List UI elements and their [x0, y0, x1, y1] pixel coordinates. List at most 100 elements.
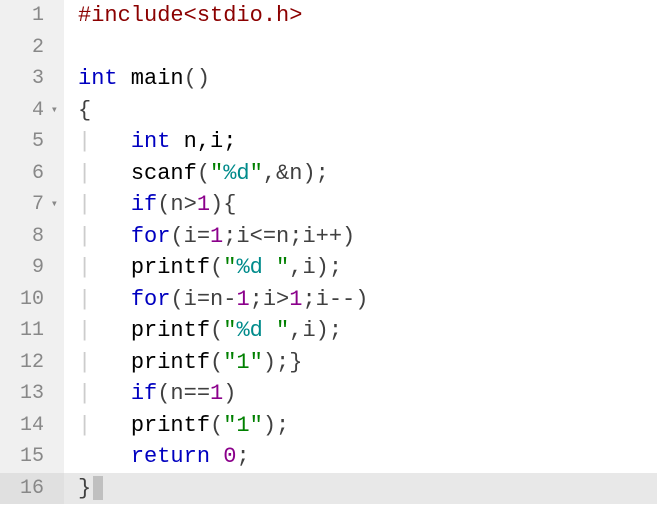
string-quote: ": [250, 161, 263, 186]
paren-close: );: [263, 413, 289, 438]
line-number: 12: [20, 347, 44, 379]
fold-icon[interactable]: ▾: [48, 95, 58, 127]
line-number: 11: [20, 315, 44, 347]
indent-guide: |: [78, 255, 131, 280]
for-init: (i=n-: [170, 287, 236, 312]
close-brace: );}: [263, 350, 303, 375]
string-tail: ": [263, 255, 289, 280]
number-literal: 1: [210, 224, 223, 249]
code-content[interactable]: | printf("%d ",i);: [64, 252, 342, 284]
code-line: 14 | printf("1");: [0, 410, 657, 442]
line-number: 7: [32, 189, 44, 221]
code-content[interactable]: | printf("%d ",i);: [64, 315, 342, 347]
code-content[interactable]: | printf("1");: [64, 410, 289, 442]
line-number: 10: [20, 284, 44, 316]
open-brace: {: [78, 98, 91, 123]
code-line: 1 #include<stdio.h>: [0, 0, 657, 32]
indent-guide: |: [78, 161, 131, 186]
code-content[interactable]: {: [64, 95, 91, 127]
code-line: 7▾ | if(n>1){: [0, 189, 657, 221]
code-editor: 1 #include<stdio.h> 2 3 int main() 4▾ { …: [0, 0, 657, 504]
indent-guide: |: [78, 381, 131, 406]
parentheses: (): [184, 66, 210, 91]
keyword-if: if: [131, 192, 157, 217]
line-number: 9: [32, 252, 44, 284]
code-line-current: 16 }: [0, 473, 657, 505]
line-number: 13: [20, 378, 44, 410]
line-number: 2: [32, 32, 44, 64]
function-call: printf: [131, 255, 210, 280]
line-number: 3: [32, 63, 44, 95]
paren-open: (: [210, 255, 223, 280]
line-number: 14: [20, 410, 44, 442]
paren-open: (: [210, 413, 223, 438]
number-literal: 1: [210, 381, 223, 406]
number-literal: 1: [236, 287, 249, 312]
line-number: 1: [32, 0, 44, 32]
condition: (n==: [157, 381, 210, 406]
code-content[interactable]: | if(n==1): [64, 378, 236, 410]
number-literal: 1: [289, 287, 302, 312]
line-number-gutter: 5: [0, 126, 64, 158]
line-number-gutter: 3: [0, 63, 64, 95]
string-quote: ": [223, 318, 236, 343]
header-name: stdio.h: [197, 3, 289, 28]
code-content[interactable]: #include<stdio.h>: [64, 0, 302, 32]
paren-close: ): [223, 381, 236, 406]
code-line: 12 | printf("1");}: [0, 347, 657, 379]
paren-open: (: [197, 161, 210, 186]
code-line: 4▾ {: [0, 95, 657, 127]
code-line: 10 | for(i=n-1;i>1;i--): [0, 284, 657, 316]
code-line: 11 | printf("%d ",i);: [0, 315, 657, 347]
number-literal: 1: [197, 192, 210, 217]
for-cond: ;i>: [250, 287, 290, 312]
code-content[interactable]: | for(i=1;i<=n;i++): [64, 221, 355, 253]
code-content[interactable]: | printf("1");}: [64, 347, 302, 379]
line-number-gutter: 1: [0, 0, 64, 32]
line-number: 8: [32, 221, 44, 253]
function-name: main: [118, 66, 184, 91]
code-content[interactable]: | if(n>1){: [64, 189, 236, 221]
function-call: printf: [131, 318, 210, 343]
code-line: 5 | int n,i;: [0, 126, 657, 158]
format-specifier: %d: [236, 318, 262, 343]
preprocessor-directive: #include: [78, 3, 184, 28]
code-line: 15 return 0;: [0, 441, 657, 473]
code-content[interactable]: return 0;: [64, 441, 250, 473]
for-init: (i=: [170, 224, 210, 249]
code-content[interactable]: }: [64, 473, 103, 505]
code-content[interactable]: | int n,i;: [64, 126, 236, 158]
line-number-gutter: 16: [0, 473, 64, 505]
code-line: 8 | for(i=1;i<=n;i++): [0, 221, 657, 253]
line-number-gutter: 11: [0, 315, 64, 347]
code-content[interactable]: | for(i=n-1;i>1;i--): [64, 284, 368, 316]
code-content[interactable]: | scanf("%d",&n);: [64, 158, 329, 190]
string-literal: "1": [223, 350, 263, 375]
line-number: 5: [32, 126, 44, 158]
keyword-int: int: [78, 66, 118, 91]
call-args: ,&n);: [263, 161, 329, 186]
line-number-gutter: 7▾: [0, 189, 64, 221]
line-number-gutter: 8: [0, 221, 64, 253]
line-number-gutter: 15: [0, 441, 64, 473]
format-specifier: %d: [223, 161, 249, 186]
code-line: 2: [0, 32, 657, 64]
for-rest: ;i--): [302, 287, 368, 312]
line-number-gutter: 13: [0, 378, 64, 410]
function-call: printf: [131, 350, 210, 375]
angle-open: <: [184, 3, 197, 28]
code-content[interactable]: int main(): [64, 63, 210, 95]
keyword-int: int: [131, 129, 171, 154]
code-line: 3 int main(): [0, 63, 657, 95]
line-number: 16: [20, 473, 44, 505]
line-number: 15: [20, 441, 44, 473]
format-specifier: %d: [236, 255, 262, 280]
semicolon: ;: [236, 444, 249, 469]
function-call: printf: [131, 413, 210, 438]
number-literal: 0: [223, 444, 236, 469]
brace: ){: [210, 192, 236, 217]
angle-close: >: [289, 3, 302, 28]
fold-icon[interactable]: ▾: [48, 189, 58, 221]
line-number: 6: [32, 158, 44, 190]
cursor-icon: [93, 476, 103, 500]
